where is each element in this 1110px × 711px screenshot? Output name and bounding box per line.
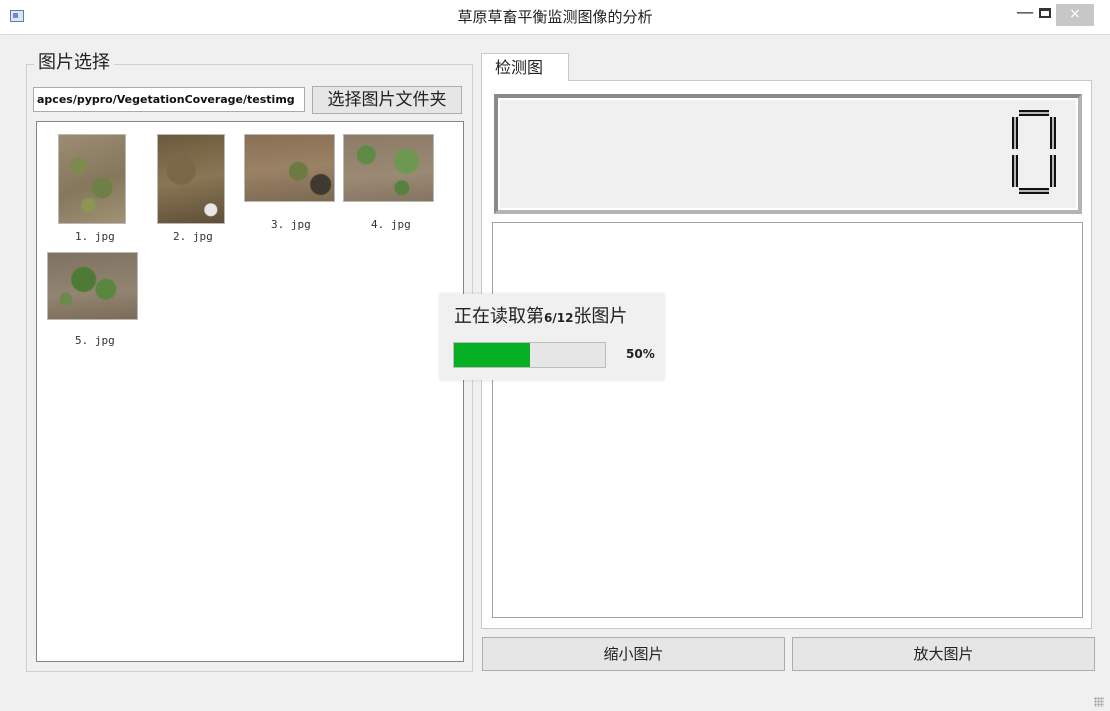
thumbnail-caption: 1. jpg [75,230,115,243]
image-select-title: 图片选择 [34,51,114,75]
zoom-out-button[interactable]: 缩小图片 [482,637,785,671]
thumbnail-image [157,134,225,224]
select-folder-button[interactable]: 选择图片文件夹 [312,86,462,114]
thumbnail-item[interactable]: 2. jpg [157,134,227,244]
thumbnail-item[interactable]: 1. jpg [58,134,128,244]
tab-detection[interactable]: 检测图 [481,53,569,81]
lcd-digit [1012,110,1056,194]
lcd-counter [494,94,1082,214]
thumbnail-image [58,134,126,224]
thumbnail-caption: 2. jpg [173,230,213,243]
thumbnail-image [244,134,335,202]
thumbnail-caption: 4. jpg [371,218,411,231]
folder-path-input[interactable]: apces/pypro/VegetationCoverage/testimg [33,87,305,112]
thumbnail-image [343,134,434,202]
thumbnail-item[interactable]: 5. jpg [47,252,139,362]
progress-dialog: 正在读取第6/12张图片 50% [440,294,664,380]
minimize-icon[interactable]: — [1015,4,1035,26]
thumbnail-caption: 3. jpg [271,218,311,231]
thumbnail-item[interactable]: 4. jpg [343,134,435,244]
resize-grip-icon[interactable] [1094,697,1104,707]
thumbnail-item[interactable]: 3. jpg [244,134,336,244]
detection-image-area[interactable] [492,222,1083,618]
progress-percent: 50% [626,347,655,361]
thumbnail-image [47,252,138,320]
thumbnail-list[interactable]: 1. jpg 2. jpg 3. jpg 4. jpg 5. jpg [36,121,464,662]
progress-bar [453,342,606,368]
progress-label: 正在读取第6/12张图片 [454,306,628,327]
thumbnail-caption: 5. jpg [75,334,115,347]
zoom-in-button[interactable]: 放大图片 [792,637,1095,671]
progress-count: 6/12 [544,311,574,325]
maximize-icon[interactable] [1039,8,1051,18]
close-icon[interactable]: × [1056,4,1094,26]
window-title: 草原草畜平衡监测图像的分析 [457,8,653,26]
title-bar: 草原草畜平衡监测图像的分析 — × [0,0,1110,35]
progress-fill [454,343,530,367]
